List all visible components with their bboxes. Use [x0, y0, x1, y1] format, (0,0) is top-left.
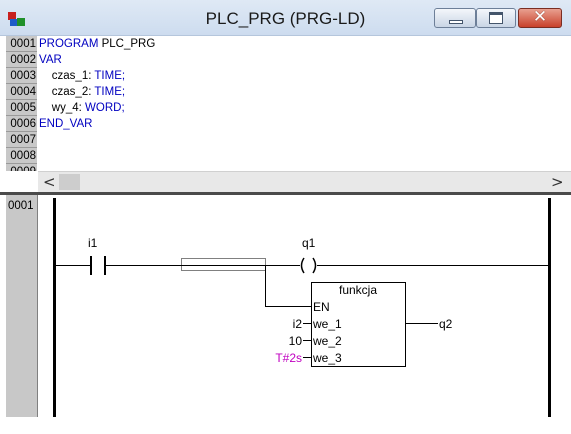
coil-label[interactable]: q1: [302, 236, 316, 250]
selection-box[interactable]: [181, 258, 266, 271]
input-arg-we-2[interactable]: 10: [289, 334, 303, 348]
contact-i1[interactable]: [90, 256, 106, 275]
pin-we-2: we_2: [312, 334, 342, 348]
input-arg-we-3[interactable]: T#2s: [275, 351, 302, 365]
ladder-diagram[interactable]: i1 q1 funkcja EN we_1 we_2 we_3 i2 10 T#…: [0, 0, 571, 434]
output-arg[interactable]: q2: [439, 317, 453, 331]
pin-we-3: we_3: [312, 351, 342, 365]
right-power-rail: [548, 198, 551, 417]
input-arg-we-1[interactable]: i2: [293, 317, 303, 331]
contact-label[interactable]: i1: [88, 236, 98, 250]
coil-q1[interactable]: [300, 257, 317, 274]
function-block-name: funkcja: [339, 283, 377, 297]
pin-we-1: we_1: [312, 317, 342, 331]
left-power-rail: [53, 198, 56, 417]
branch-wire: [265, 265, 311, 307]
pin-en: EN: [313, 300, 330, 314]
